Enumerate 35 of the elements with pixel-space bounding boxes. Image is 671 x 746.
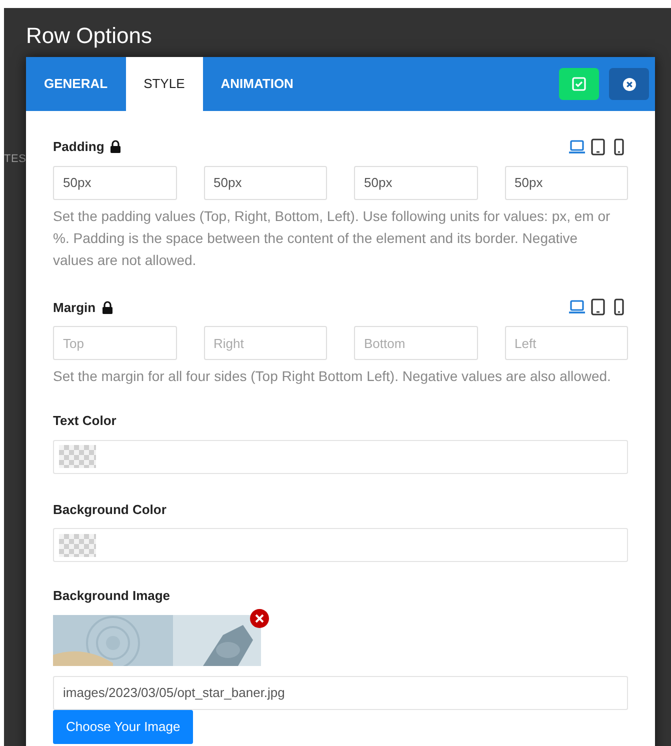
tab[interactable]: ANIMATION bbox=[202, 57, 312, 111]
field-label: Background Image bbox=[53, 587, 172, 605]
desktop-icon[interactable] bbox=[568, 138, 586, 156]
input-field[interactable]: 50px bbox=[53, 166, 176, 200]
input-field[interactable]: Top bbox=[53, 326, 176, 360]
choose-image-button[interactable]: Choose Your Image bbox=[53, 710, 194, 744]
input-field[interactable]: Left bbox=[504, 326, 628, 360]
checkbox-icon bbox=[572, 77, 586, 91]
color-field[interactable] bbox=[53, 440, 628, 474]
input-field[interactable]: 50px bbox=[354, 166, 478, 200]
help-text: Set the padding values (Top, Right, Bottom, Left). Use following units for values: px, em or %. Padding is the space between the content of the element and its border. Negative values are not allowed. bbox=[53, 206, 612, 270]
close-icon bbox=[622, 78, 636, 90]
help-text: Set the margin for all four sides (Top Right Bottom Left). Negative values are also allowed. bbox=[53, 367, 612, 386]
input-field[interactable]: images/2023/03/05/opt_star_baner.jpg bbox=[53, 676, 628, 710]
tablet-icon[interactable] bbox=[589, 298, 607, 316]
close-button[interactable] bbox=[609, 68, 649, 100]
remove-button[interactable] bbox=[250, 608, 269, 628]
color-field[interactable] bbox=[53, 528, 628, 562]
input-field[interactable]: Bottom bbox=[354, 326, 478, 360]
tab[interactable]: STYLE bbox=[126, 57, 203, 111]
desktop-icon[interactable] bbox=[568, 298, 586, 316]
input-field[interactable]: 50px bbox=[204, 166, 327, 200]
background-text: TES bbox=[4, 152, 26, 167]
field-label: Padding bbox=[53, 138, 104, 156]
window-title: Row Options bbox=[26, 22, 152, 50]
swatch-icon bbox=[59, 445, 96, 468]
close-icon bbox=[255, 614, 264, 622]
input-field[interactable]: Right bbox=[204, 326, 327, 360]
field-label: Margin bbox=[53, 298, 96, 317]
field-label: Background Color bbox=[53, 500, 168, 519]
tablet-icon[interactable] bbox=[589, 138, 607, 156]
tab[interactable]: GENERAL bbox=[26, 57, 126, 111]
field-label: Text Color bbox=[53, 412, 118, 430]
swatch-icon bbox=[59, 534, 96, 556]
input-field[interactable]: 50px bbox=[504, 166, 628, 200]
